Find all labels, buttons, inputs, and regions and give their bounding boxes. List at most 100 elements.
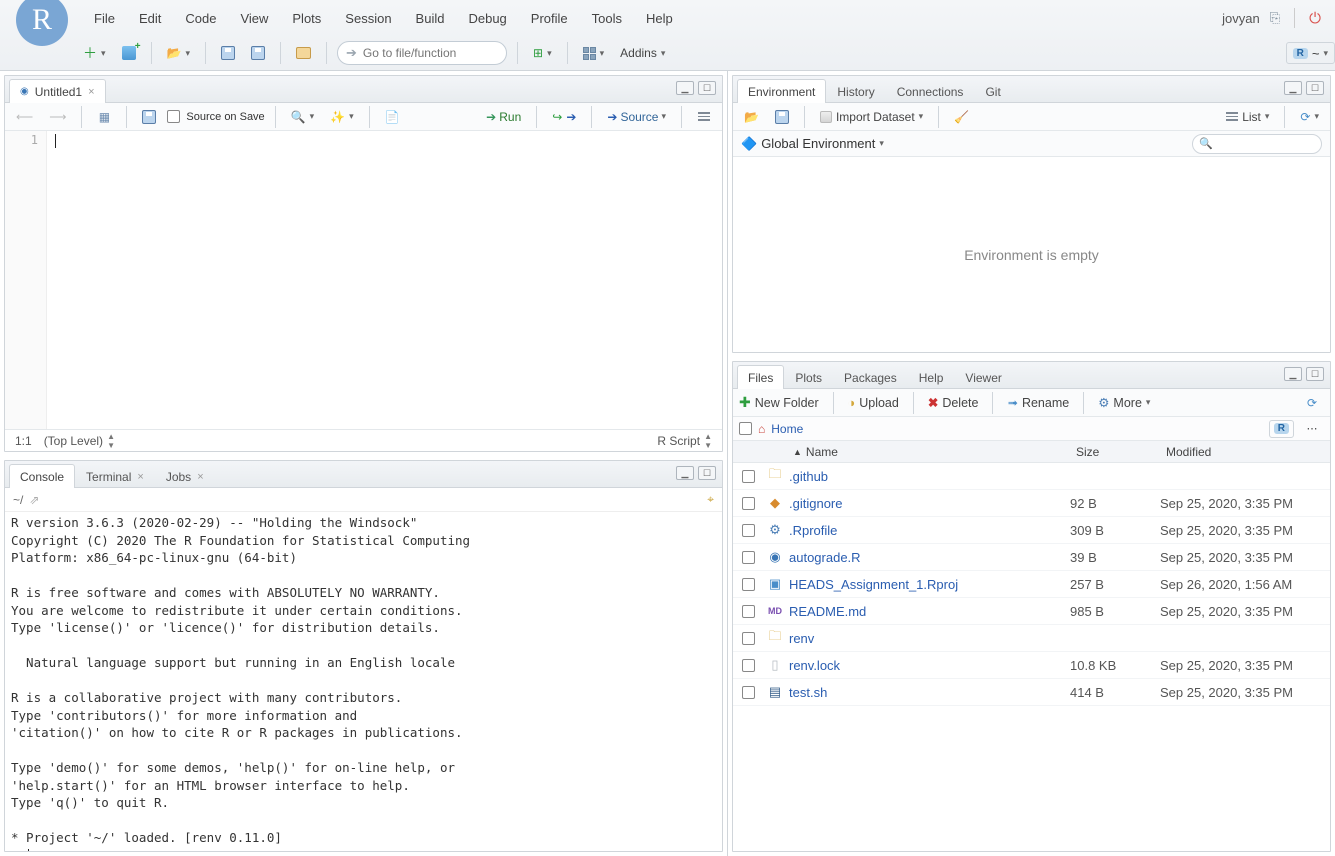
nav-back-button[interactable]: ⟵ — [11, 105, 38, 129]
upload-button[interactable]: ◑Upload — [848, 396, 899, 410]
menu-plots[interactable]: Plots — [280, 7, 333, 30]
file-row[interactable]: 🗀renv — [733, 625, 1330, 652]
file-name[interactable]: .Rprofile — [787, 523, 1070, 538]
print-button[interactable] — [291, 41, 316, 65]
maximize-pane-button[interactable]: ☐ — [1306, 81, 1324, 95]
minimize-pane-button[interactable]: ▁ — [1284, 81, 1302, 95]
menu-tools[interactable]: Tools — [580, 7, 634, 30]
row-checkbox[interactable] — [742, 605, 755, 618]
tab-jobs[interactable]: Jobs× — [155, 464, 215, 488]
rerun-button[interactable]: ↪➔ — [547, 105, 581, 129]
tab-packages[interactable]: Packages — [833, 365, 908, 389]
files-project-badge[interactable]: R — [1269, 420, 1294, 438]
row-checkbox[interactable] — [742, 686, 755, 699]
menu-file[interactable]: File — [82, 7, 127, 30]
clear-console-icon[interactable]: ⌖ — [707, 492, 714, 507]
col-name[interactable]: ▲Name — [787, 445, 1070, 459]
tab-viewer[interactable]: Viewer — [954, 365, 1012, 389]
row-checkbox[interactable] — [742, 632, 755, 645]
tab-plots[interactable]: Plots — [784, 365, 833, 389]
save-all-button[interactable] — [246, 41, 270, 65]
menu-code[interactable]: Code — [173, 7, 228, 30]
source-on-save-checkbox[interactable] — [167, 110, 180, 123]
source-tab[interactable]: ◉ Untitled1 × — [9, 79, 106, 103]
save-workspace-button[interactable] — [770, 105, 794, 129]
open-file-button[interactable]: 📂▾ — [162, 41, 195, 65]
menu-profile[interactable]: Profile — [519, 7, 580, 30]
editor[interactable]: 1 — [5, 131, 722, 429]
scope-selector[interactable]: (Top Level) ▲▼ — [44, 432, 115, 450]
addins-button[interactable]: Addins ▾ — [615, 41, 670, 65]
nav-forward-button[interactable]: ⟶ — [44, 105, 71, 129]
new-file-button[interactable]: ＋▾ — [78, 41, 111, 65]
close-tab-icon[interactable]: × — [137, 471, 143, 483]
console-popout-icon[interactable]: ⇗ — [29, 493, 39, 507]
project-switcher[interactable]: R ~ ▾ — [1286, 42, 1335, 64]
file-name[interactable]: renv.lock — [787, 658, 1070, 673]
file-row[interactable]: 🗀.github — [733, 463, 1330, 490]
minimize-pane-button[interactable]: ▁ — [1284, 367, 1302, 381]
file-name[interactable]: .github — [787, 469, 1070, 484]
file-name[interactable]: renv — [787, 631, 1070, 646]
close-tab-icon[interactable]: × — [88, 86, 94, 98]
tab-history[interactable]: History — [826, 79, 885, 103]
goto-input[interactable] — [363, 46, 483, 60]
menu-edit[interactable]: Edit — [127, 7, 173, 30]
select-all-checkbox[interactable] — [739, 422, 752, 435]
file-row[interactable]: MDREADME.md985 BSep 25, 2020, 3:35 PM — [733, 598, 1330, 625]
col-size[interactable]: Size — [1070, 445, 1160, 459]
files-more-menu[interactable]: ⋯ — [1300, 417, 1324, 441]
signout-icon[interactable]: ⎘ — [1270, 10, 1280, 26]
close-tab-icon[interactable]: × — [197, 471, 203, 483]
menu-session[interactable]: Session — [333, 7, 403, 30]
row-checkbox[interactable] — [742, 524, 755, 537]
menu-debug[interactable]: Debug — [456, 7, 518, 30]
file-name[interactable]: .gitignore — [787, 496, 1070, 511]
minimize-pane-button[interactable]: ▁ — [676, 466, 694, 480]
load-workspace-button[interactable]: 📂 — [739, 105, 764, 129]
goto-file-function[interactable]: ➔ — [337, 41, 507, 65]
refresh-env-button[interactable]: ⟳▾ — [1295, 105, 1324, 129]
outline-button[interactable] — [692, 105, 716, 129]
compile-report-button[interactable]: 📄 — [380, 105, 405, 129]
run-button[interactable]: ➔Run — [481, 105, 526, 129]
file-name[interactable]: autograde.R — [787, 550, 1070, 565]
file-row[interactable]: ⚙.Rprofile309 BSep 25, 2020, 3:35 PM — [733, 517, 1330, 544]
file-row[interactable]: ▯renv.lock10.8 KBSep 25, 2020, 3:35 PM — [733, 652, 1330, 679]
home-icon[interactable]: ⌂ — [758, 422, 765, 436]
tab-git[interactable]: Git — [974, 79, 1011, 103]
delete-button[interactable]: ✖Delete — [928, 395, 979, 410]
row-checkbox[interactable] — [742, 578, 755, 591]
tab-connections[interactable]: Connections — [886, 79, 975, 103]
breadcrumb-home[interactable]: Home — [771, 422, 803, 436]
grid-insert-button[interactable]: ⊞▾ — [528, 41, 557, 65]
file-row[interactable]: ◆.gitignore92 BSep 25, 2020, 3:35 PM — [733, 490, 1330, 517]
tab-console[interactable]: Console — [9, 464, 75, 488]
find-button[interactable]: 🔍▾ — [286, 105, 319, 129]
quit-session-icon[interactable]: ⏻ — [1309, 10, 1321, 27]
source-button[interactable]: ➔Source ▾ — [602, 105, 671, 129]
col-modified[interactable]: Modified — [1160, 445, 1330, 459]
minimize-pane-button[interactable]: ▁ — [676, 81, 694, 95]
row-checkbox[interactable] — [742, 551, 755, 564]
menu-build[interactable]: Build — [404, 7, 457, 30]
file-name[interactable]: test.sh — [787, 685, 1070, 700]
env-view-mode[interactable]: List ▾ — [1221, 105, 1274, 129]
tab-terminal[interactable]: Terminal× — [75, 464, 155, 488]
tab-files[interactable]: Files — [737, 365, 784, 389]
env-scope-selector[interactable]: 🔷 Global Environment ▾ — [741, 136, 884, 152]
code-tools-button[interactable]: ✨▾ — [325, 105, 358, 129]
env-search[interactable]: 🔍 — [1192, 134, 1322, 154]
tab-help[interactable]: Help — [908, 365, 955, 389]
new-folder-button[interactable]: ✚New Folder — [739, 394, 819, 411]
menu-view[interactable]: View — [228, 7, 280, 30]
save-button[interactable] — [216, 41, 240, 65]
save-source-button[interactable] — [137, 105, 161, 129]
file-row[interactable]: ▣HEADS_Assignment_1.Rproj257 BSep 26, 20… — [733, 571, 1330, 598]
file-name[interactable]: HEADS_Assignment_1.Rproj — [787, 577, 1070, 592]
clear-env-button[interactable]: 🧹 — [949, 105, 974, 129]
row-checkbox[interactable] — [742, 470, 755, 483]
menu-help[interactable]: Help — [634, 7, 685, 30]
file-row[interactable]: ◉autograde.R39 BSep 25, 2020, 3:35 PM — [733, 544, 1330, 571]
console-output[interactable]: R version 3.6.3 (2020-02-29) -- "Holding… — [5, 512, 722, 851]
